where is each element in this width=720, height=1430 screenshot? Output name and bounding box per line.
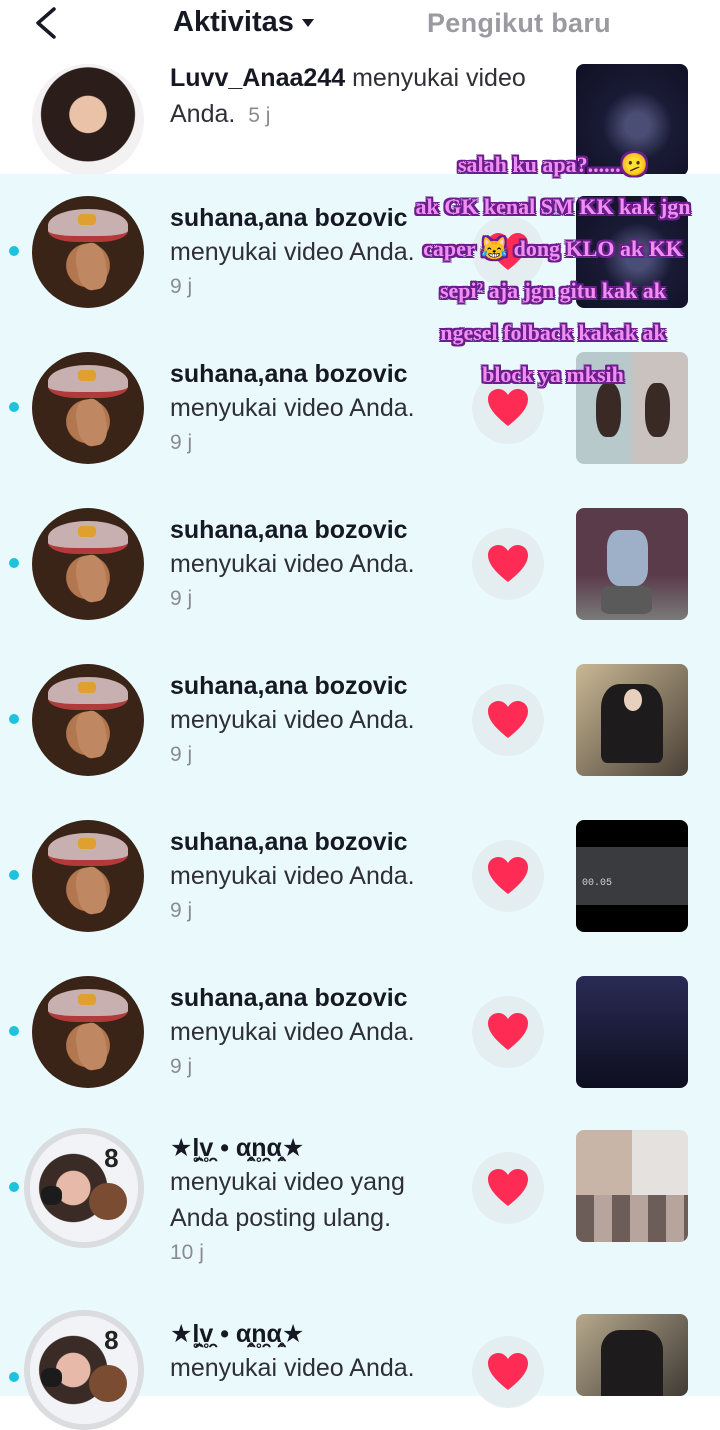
top-bar: Aktivitas Pengikut baru	[0, 0, 720, 46]
page-title: Aktivitas	[173, 5, 294, 38]
video-thumbnail[interactable]: 00.05	[576, 820, 688, 932]
heart-icon	[488, 857, 528, 894]
unread-dot	[9, 714, 19, 724]
action-text: menyukai video yang Anda posting ulang.	[170, 1168, 405, 1232]
video-thumbnail[interactable]	[576, 664, 688, 776]
avatar[interactable]	[32, 664, 144, 776]
action-text: menyukai video Anda.	[170, 1018, 415, 1046]
username[interactable]: suhana,ana bozovic	[170, 670, 460, 702]
avatar[interactable]	[32, 352, 144, 464]
heart-icon	[488, 1169, 528, 1206]
unread-dot	[9, 558, 19, 568]
avatar[interactable]: 8	[24, 1310, 144, 1430]
thumbnail-caption: 00.05	[582, 878, 613, 889]
like-back-button[interactable]	[472, 1336, 544, 1408]
overlay-line: salah ku apa?......🫤	[457, 152, 648, 177]
unread-dot	[9, 870, 19, 880]
timestamp: 9 j	[170, 899, 193, 922]
heart-icon	[488, 1013, 528, 1050]
action-text: menyukai video Anda.	[170, 706, 415, 734]
unread-dot	[9, 1372, 19, 1382]
notification-row[interactable]: suhana,ana bozovic menyukai video Anda. …	[0, 798, 720, 954]
avatar[interactable]	[32, 196, 144, 308]
notification-row[interactable]: suhana,ana bozovic menyukai video Anda. …	[0, 642, 720, 798]
notification-row[interactable]: suhana,ana bozovic menyukai video Anda. …	[0, 954, 720, 1110]
like-back-button[interactable]	[472, 996, 544, 1068]
action-text: menyukai video Anda.	[170, 550, 415, 578]
timestamp: 9 j	[170, 1055, 193, 1078]
unread-dot	[9, 246, 19, 256]
overlay-line: ngesel folback kakak ak	[440, 320, 666, 345]
username[interactable]: suhana,ana bozovic	[170, 982, 460, 1014]
video-thumbnail[interactable]	[576, 976, 688, 1088]
like-back-button[interactable]	[472, 1152, 544, 1224]
like-back-button[interactable]	[472, 840, 544, 912]
action-text: menyukai video Anda.	[170, 862, 415, 890]
action-text: menyukai video Anda.	[170, 1354, 415, 1382]
unread-dot	[9, 402, 19, 412]
activity-dropdown[interactable]: Aktivitas	[173, 4, 314, 40]
username[interactable]: suhana,ana bozovic	[170, 826, 460, 858]
avatar-badge: 8	[104, 1142, 119, 1173]
new-followers-tab[interactable]: Pengikut baru	[427, 8, 611, 39]
unread-dot	[9, 1182, 19, 1192]
unread-dot	[9, 1026, 19, 1036]
timestamp: 9 j	[170, 743, 193, 766]
overlay-line: sepi² aja jgn gitu kak ak	[439, 278, 667, 303]
avatar[interactable]	[32, 64, 144, 176]
timestamp: 9 j	[170, 431, 193, 454]
timestamp: 5 j	[248, 104, 271, 127]
heart-icon	[488, 701, 528, 738]
notification-row[interactable]: 8 ★l̥͙̯v̥̯ • α̥̯n̥̯α̥̯★ menyukai video y…	[0, 1110, 720, 1300]
username[interactable]: suhana,ana bozovic	[170, 514, 460, 546]
back-arrow-icon[interactable]	[26, 4, 66, 42]
video-thumbnail[interactable]	[576, 1314, 688, 1396]
username[interactable]: Luvv_Anaa244	[170, 64, 345, 92]
chevron-down-icon	[301, 19, 314, 27]
like-back-button[interactable]	[472, 684, 544, 756]
heart-icon	[488, 545, 528, 582]
notification-row[interactable]: suhana,ana bozovic menyukai video Anda. …	[0, 486, 720, 642]
video-thumbnail[interactable]	[576, 508, 688, 620]
avatar[interactable]: 8	[24, 1128, 144, 1248]
notification-row[interactable]: 8 ★l̥͙̯v̥̯ • α̥̯n̥̯α̥̯★ menyukai video A…	[0, 1300, 720, 1430]
username[interactable]: ★l̥͙̯v̥̯ • α̥̯n̥̯α̥̯★	[170, 1318, 460, 1350]
timestamp: 10 j	[170, 1241, 204, 1264]
overlay-line: ak GK kenal SM KK kak jgn	[415, 194, 691, 219]
avatar[interactable]	[32, 820, 144, 932]
heart-icon	[488, 1353, 528, 1390]
avatar-badge: 8	[104, 1324, 119, 1355]
overlay-line: block ya mksih	[482, 362, 624, 387]
overlay-line: caper 😹 dong KLO ak KK	[423, 236, 683, 261]
avatar[interactable]	[32, 508, 144, 620]
timestamp: 9 j	[170, 587, 193, 610]
video-thumbnail[interactable]	[576, 1130, 688, 1242]
username[interactable]: ★l̥͙̯v̥̯ • α̥̯n̥̯α̥̯★	[170, 1132, 460, 1164]
avatar[interactable]	[32, 976, 144, 1088]
text-sticker-overlay: salah ku apa?......🫤 ak GK kenal SM KK k…	[386, 144, 720, 396]
like-back-button[interactable]	[472, 528, 544, 600]
